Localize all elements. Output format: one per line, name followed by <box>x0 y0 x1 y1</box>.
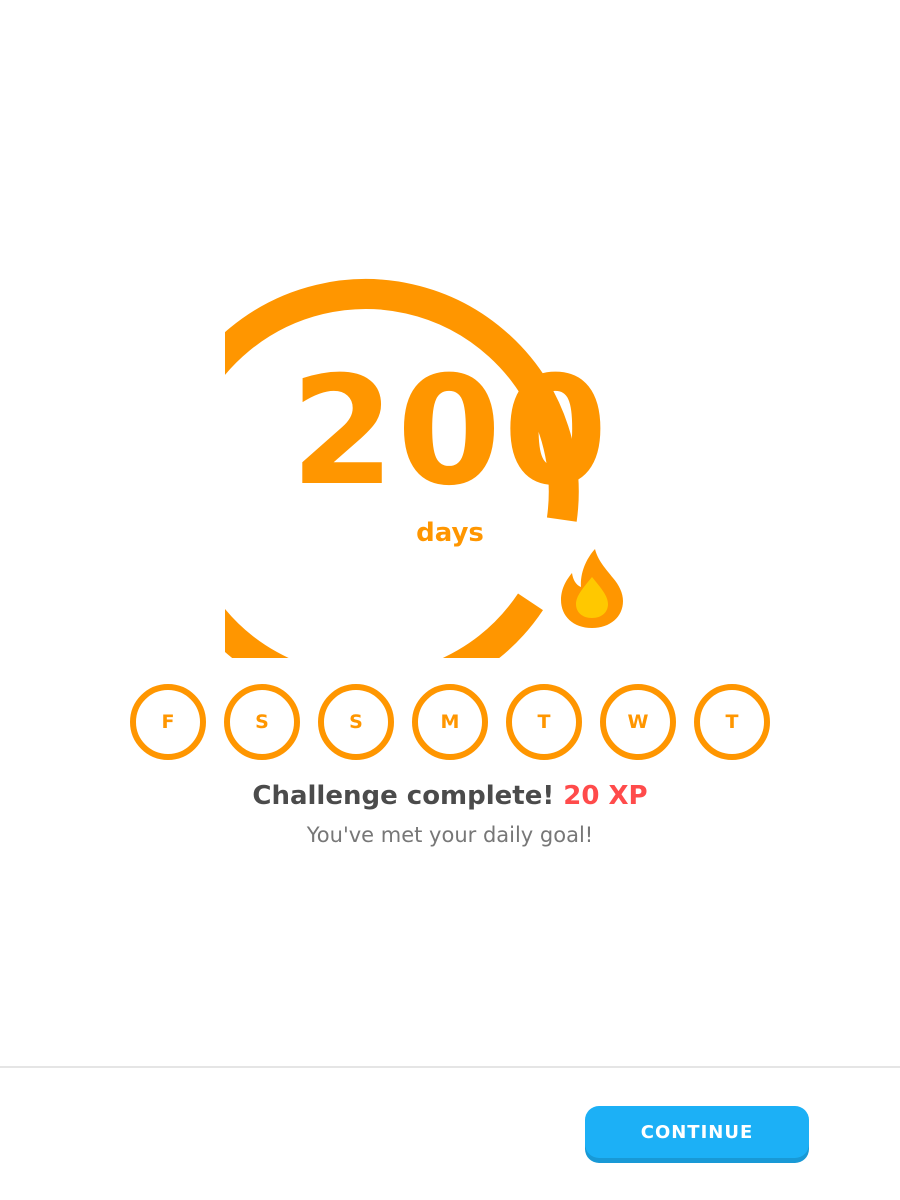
day-circle-monday: M <box>412 684 488 760</box>
challenge-headline: Challenge complete! 20 XP <box>0 778 900 814</box>
day-letter: S <box>349 711 363 733</box>
streak-complete-screen: 200 days F S S M T W T Challenge complet… <box>0 0 900 1200</box>
day-letter: S <box>255 711 269 733</box>
day-letter: W <box>627 711 649 733</box>
day-circle-sunday: S <box>318 684 394 760</box>
day-letter: T <box>537 711 551 733</box>
day-letter: M <box>440 711 460 733</box>
footer-divider <box>0 1066 900 1068</box>
flame-icon <box>553 538 631 636</box>
streak-unit-label: days <box>416 518 484 548</box>
day-circle-saturday: S <box>224 684 300 760</box>
streak-count: 200 <box>290 345 610 519</box>
daily-goal-message: You've met your daily goal! <box>306 823 594 847</box>
challenge-complete-text: Challenge complete! <box>252 781 555 811</box>
day-circle-wednesday: W <box>600 684 676 760</box>
day-circle-thursday: T <box>694 684 770 760</box>
day-letter: F <box>161 711 175 733</box>
continue-button[interactable]: CONTINUE <box>585 1106 809 1158</box>
week-streak-row: F S S M T W T <box>130 684 770 760</box>
day-circle-tuesday: T <box>506 684 582 760</box>
xp-reward: 20 XP <box>563 781 648 811</box>
day-circle-friday: F <box>130 684 206 760</box>
day-letter: T <box>725 711 739 733</box>
